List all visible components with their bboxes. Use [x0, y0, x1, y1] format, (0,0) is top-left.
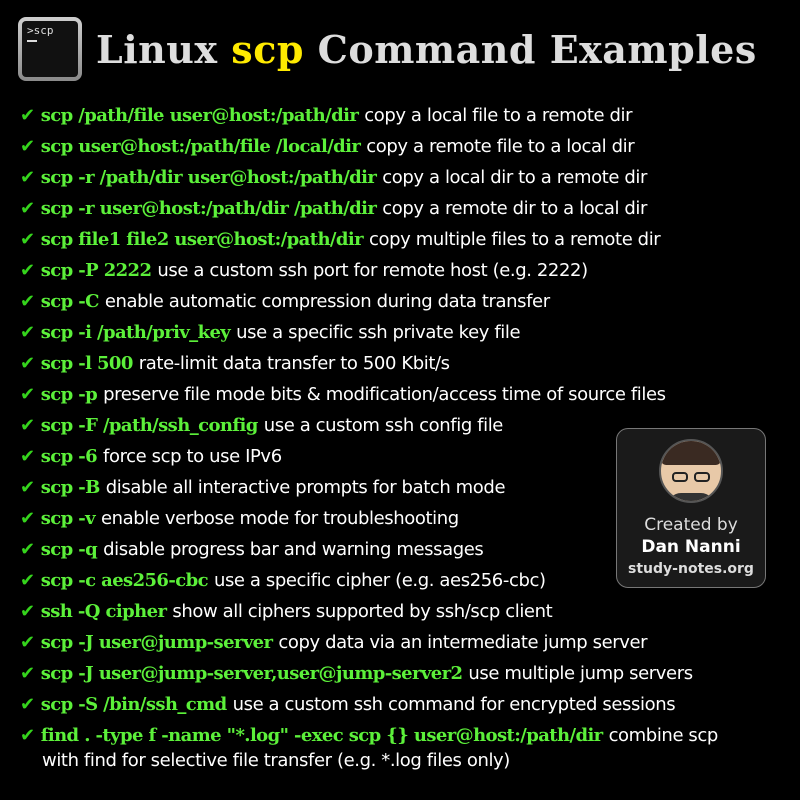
created-by-label: Created by: [644, 515, 738, 535]
list-item: ✔ scp -C enable automatic compression duri…: [20, 286, 800, 317]
avatar-hair: [661, 441, 721, 465]
check-icon: ✔: [20, 725, 35, 746]
command-text: find . -type f -name "*.log" -exec scp {…: [40, 725, 603, 746]
command-description: use a specific cipher (e.g. aes256-cbc): [213, 570, 546, 591]
list-item: ✔ scp -r user@host:/path/dir /path/dir cop…: [20, 193, 800, 224]
list-item: ✔ ssh -Q cipher show all ciphers supported…: [20, 596, 800, 627]
command-description: combine scp: [608, 725, 719, 746]
author-card: Created by Dan Nanni study-notes.org: [616, 428, 766, 588]
command-description: copy multiple files to a remote dir: [369, 229, 661, 250]
command-description: preserve file mode bits & modification/a…: [103, 384, 666, 405]
title-prefix: Linux: [96, 26, 232, 72]
cursor-icon: [27, 40, 37, 42]
command-description: use a specific ssh private key file: [236, 322, 521, 343]
check-icon: ✔: [20, 632, 35, 653]
author-site: study-notes.org: [628, 561, 754, 577]
command-text: scp -J user@jump-server,user@jump-server…: [40, 663, 463, 684]
command-description: enable automatic compression during data…: [104, 291, 550, 312]
command-text: scp -c aes256-cbc: [40, 570, 209, 591]
check-icon: ✔: [20, 446, 35, 467]
check-icon: ✔: [20, 167, 35, 188]
command-text: scp file1 file2 user@host:/path/dir: [40, 229, 364, 250]
command-description: show all ciphers supported by ssh/scp cl…: [172, 601, 553, 622]
command-text: scp -J user@jump-server: [40, 632, 273, 653]
list-item: ✔ scp -r /path/dir user@host:/path/dir cop…: [20, 162, 800, 193]
check-icon: ✔: [20, 229, 35, 250]
check-icon: ✔: [20, 663, 35, 684]
command-text: scp -P 2222: [40, 260, 152, 281]
command-text: scp -F /path/ssh_config: [40, 415, 259, 436]
list-item: ✔ scp -S /bin/ssh_cmd use a custom ssh com…: [20, 689, 800, 720]
check-icon: ✔: [20, 539, 35, 560]
list-item: ✔ scp file1 file2 user@host:/path/dir copy…: [20, 224, 800, 255]
check-icon: ✔: [20, 415, 35, 436]
list-item: ✔ scp -i /path/priv_key use a specific ssh…: [20, 317, 800, 348]
command-description: copy data via an intermediate jump serve…: [278, 632, 648, 653]
header: >scp Linux scp Command Examples: [18, 14, 757, 84]
avatar-shirt: [667, 493, 715, 501]
list-item: ✔ scp -l 500 rate-limit data transfer to 5…: [20, 348, 800, 379]
command-description: use multiple jump servers: [468, 663, 693, 684]
page-title: Linux scp Command Examples: [96, 27, 757, 72]
command-text: ssh -Q cipher: [40, 601, 167, 622]
command-text: scp -i /path/priv_key: [40, 322, 231, 343]
list-item: ✔ scp user@host:/path/file /local/dir copy…: [20, 131, 800, 162]
avatar: [659, 439, 723, 503]
command-text: scp -q: [40, 539, 98, 560]
command-description: disable progress bar and warning message…: [103, 539, 484, 560]
check-icon: ✔: [20, 601, 35, 622]
check-icon: ✔: [20, 260, 35, 281]
command-description: copy a local file to a remote dir: [364, 105, 633, 126]
glasses-icon: [671, 467, 711, 482]
terminal-prompt-text: >scp: [27, 24, 54, 37]
command-text: scp -l 500: [40, 353, 134, 374]
list-item: ✔ scp -J user@jump-server,user@jump-serve…: [20, 658, 800, 689]
command-text: scp -6: [40, 446, 98, 467]
check-icon: ✔: [20, 508, 35, 529]
author-name: Dan Nanni: [641, 537, 741, 557]
command-description: disable all interactive prompts for batc…: [105, 477, 506, 498]
check-icon: ✔: [20, 477, 35, 498]
command-description: use a custom ssh port for remote host (e…: [157, 260, 588, 281]
command-description: enable verbose mode for troubleshooting: [100, 508, 459, 529]
terminal-icon: >scp: [18, 17, 82, 81]
command-description: copy a remote file to a local dir: [366, 136, 635, 157]
check-icon: ✔: [20, 105, 35, 126]
check-icon: ✔: [20, 694, 35, 715]
check-icon: ✔: [20, 198, 35, 219]
command-text: scp -B: [40, 477, 101, 498]
command-description: rate-limit data transfer to 500 Kbit/s: [138, 353, 450, 374]
command-text: scp /path/file user@host:/path/dir: [40, 105, 359, 126]
command-text: scp -r user@host:/path/dir /path/dir: [40, 198, 377, 219]
title-highlight: scp: [231, 26, 304, 72]
list-item: ✔ scp /path/file user@host:/path/dir copy …: [20, 100, 800, 131]
command-text: scp -p: [40, 384, 98, 405]
command-description: use a custom ssh command for encrypted s…: [232, 694, 676, 715]
check-icon: ✔: [20, 353, 35, 374]
command-description: copy a remote dir to a local dir: [382, 198, 648, 219]
command-text: scp -r /path/dir user@host:/path/dir: [40, 167, 377, 188]
list-item: ✔ scp -p preserve file mode bits & modific…: [20, 379, 800, 410]
command-description: use a custom ssh config file: [263, 415, 504, 436]
check-icon: ✔: [20, 322, 35, 343]
command-text: scp -v: [40, 508, 96, 529]
title-suffix: Command Examples: [303, 26, 757, 72]
command-text: scp user@host:/path/file /local/dir: [40, 136, 361, 157]
command-text: scp -C: [40, 291, 100, 312]
check-icon: ✔: [20, 570, 35, 591]
check-icon: ✔: [20, 291, 35, 312]
check-icon: ✔: [20, 136, 35, 157]
terminal-screen: >scp: [22, 21, 78, 77]
list-item: ✔ scp -J user@jump-server copy data via an…: [20, 627, 800, 658]
list-item: ✔ scp -P 2222 use a custom ssh port for re…: [20, 255, 800, 286]
command-description: copy a local dir to a remote dir: [382, 167, 648, 188]
check-icon: ✔: [20, 384, 35, 405]
command-description: force scp to use IPv6: [103, 446, 282, 467]
command-text: scp -S /bin/ssh_cmd: [40, 694, 227, 715]
